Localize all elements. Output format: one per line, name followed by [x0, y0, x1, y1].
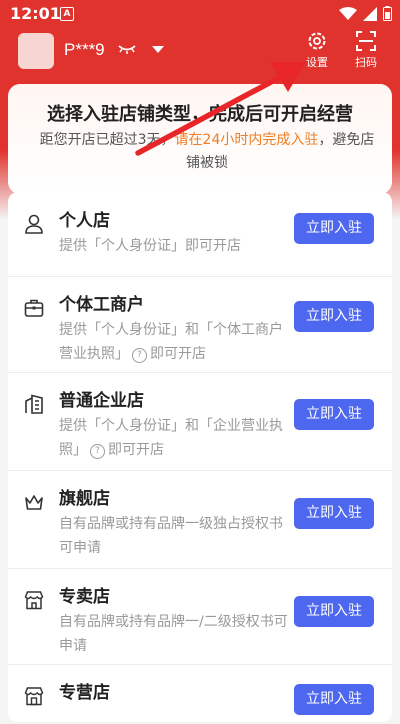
person-icon — [25, 214, 43, 234]
join-button[interactable]: 立即入驻 — [294, 301, 374, 332]
username[interactable]: P***9 — [64, 40, 105, 60]
settings-label: 设置 — [306, 56, 328, 69]
join-button[interactable]: 立即入驻 — [294, 596, 374, 627]
banner-deadline-highlight: 请在24小时内完成入驻 — [174, 132, 319, 148]
notification-icon: A — [60, 7, 74, 21]
crown-icon — [25, 495, 43, 510]
list-item-personal-store: 个人店 提供「个人身份证」即可开店 立即入驻 — [8, 192, 392, 277]
settings-button[interactable]: 设置 — [297, 30, 337, 70]
eye-closed-icon[interactable] — [118, 44, 136, 54]
scan-label: 扫码 — [355, 56, 377, 69]
store-desc-tail: 即可开店 — [108, 442, 164, 458]
scan-icon — [356, 31, 376, 51]
avatar[interactable] — [18, 33, 54, 69]
status-time: 12:01 — [10, 4, 61, 23]
join-button[interactable]: 立即入驻 — [294, 399, 374, 430]
join-button[interactable]: 立即入驻 — [294, 213, 374, 244]
storefront-icon — [24, 591, 44, 610]
store-title: 专营店 — [59, 683, 110, 703]
store-desc-text: 自有品牌或持有品牌一级独占授权书可申请 — [59, 516, 283, 556]
chevron-down-icon[interactable] — [152, 46, 164, 54]
question-icon[interactable]: ? — [132, 348, 147, 363]
status-bar: 12:01 A — [0, 0, 400, 28]
join-button[interactable]: 立即入驻 — [294, 684, 374, 715]
store-description: 自有品牌或持有品牌一/二级授权书可申请 — [59, 610, 291, 658]
store-title: 个人店 — [59, 211, 110, 231]
scan-button[interactable]: 扫码 — [346, 30, 386, 70]
store-desc-tail: 即可开店 — [150, 346, 206, 362]
store-title: 普通企业店 — [59, 391, 144, 411]
briefcase-icon — [24, 299, 44, 317]
question-icon[interactable]: ? — [90, 444, 105, 459]
list-item-individual-business: 个体工商户 提供「个人身份证」和「个体工商户营业执照」? 即可开店 立即入驻 — [8, 276, 392, 373]
banner-sub-prefix: 距您开店已超过3天， — [39, 132, 175, 148]
store-description: 提供「个人身份证」和「企业营业执照」? 即可开店 — [59, 414, 291, 462]
wifi-icon — [339, 6, 357, 20]
store-title: 专卖店 — [59, 587, 110, 607]
battery-icon — [383, 6, 392, 21]
list-item-exclusive-store: 专卖店 自有品牌或持有品牌一/二级授权书可申请 立即入驻 — [8, 568, 392, 665]
banner-title: 选择入驻店铺类型，完成后可开启经营 — [47, 104, 353, 125]
shop-icon — [24, 687, 44, 706]
store-title: 个体工商户 — [59, 295, 144, 315]
status-icons — [339, 6, 392, 21]
list-item-specialty-store: 专营店 立即入驻 — [8, 664, 392, 724]
signal-icon — [363, 6, 377, 21]
store-description: 自有品牌或持有品牌一级独占授权书可申请 — [59, 512, 291, 560]
join-button[interactable]: 立即入驻 — [294, 498, 374, 529]
onboarding-banner: 选择入驻店铺类型，完成后可开启经营 距您开店已超过3天，请在24小时内完成入驻，… — [8, 84, 392, 194]
store-type-list: 个人店 提供「个人身份证」即可开店 立即入驻 个体工商户 提供「个人身份证」和「… — [8, 192, 392, 722]
store-description: 提供「个人身份证」和「个体工商户营业执照」? 即可开店 — [59, 318, 291, 366]
list-item-flagship-store: 旗舰店 自有品牌或持有品牌一级独占授权书可申请 立即入驻 — [8, 470, 392, 569]
building-icon — [25, 394, 43, 414]
gear-icon — [308, 32, 326, 50]
store-desc-text: 提供「个人身份证」即可开店 — [59, 238, 241, 254]
store-title: 旗舰店 — [59, 489, 110, 509]
store-desc-text: 自有品牌或持有品牌一/二级授权书可申请 — [59, 614, 288, 654]
list-item-enterprise-store: 普通企业店 提供「个人身份证」和「企业营业执照」? 即可开店 立即入驻 — [8, 372, 392, 471]
store-description: 提供「个人身份证」即可开店 — [59, 234, 291, 258]
banner-subtitle: 距您开店已超过3天，请在24小时内完成入驻，避免店铺被锁 — [34, 129, 380, 175]
